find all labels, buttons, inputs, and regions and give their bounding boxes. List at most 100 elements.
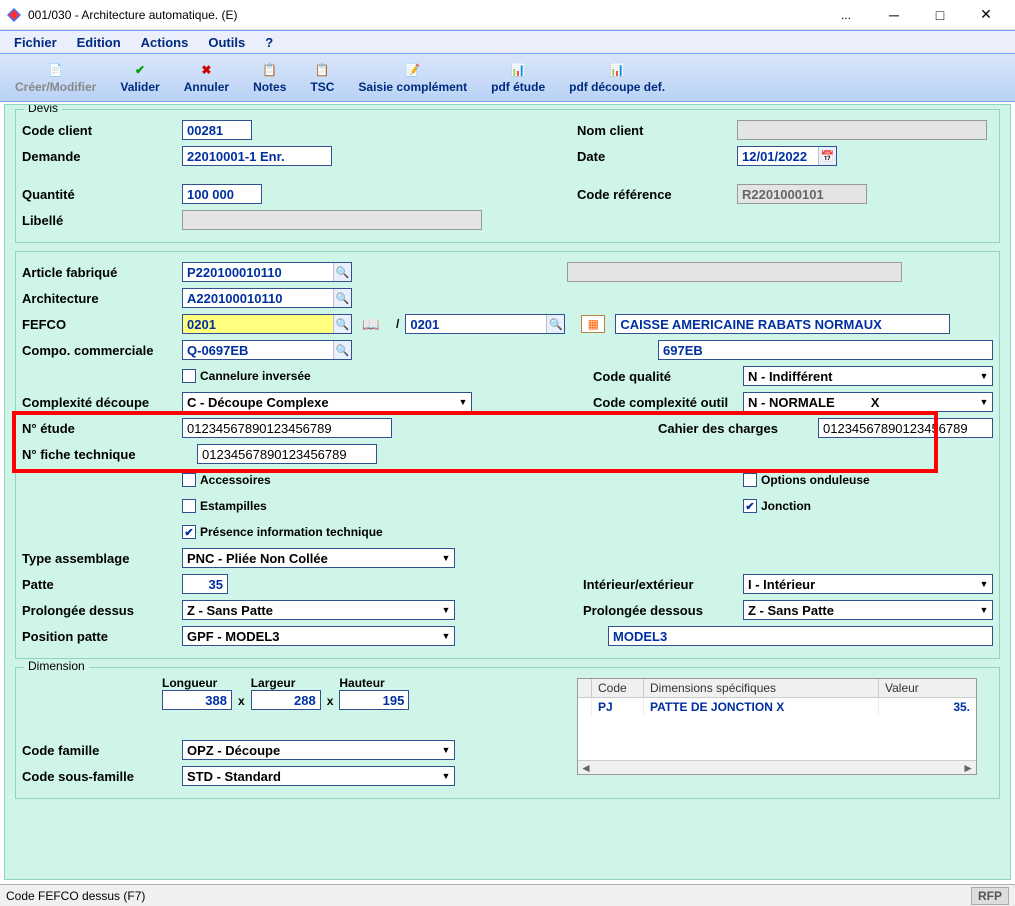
menu-help[interactable]: ? [255, 33, 283, 52]
lookup-icon[interactable]: 🔍 [333, 263, 351, 281]
select-interieur-exterieur[interactable] [743, 574, 993, 594]
titlebar: 001/030 - Architecture automatique. (E) … [0, 0, 1015, 30]
checkbox-label: Options onduleuse [761, 473, 870, 487]
checkbox-jonction[interactable]: ✔ Jonction [743, 499, 993, 513]
select-type-assemblage[interactable] [182, 548, 455, 568]
input-largeur[interactable] [251, 690, 321, 710]
th-code: Code [592, 679, 644, 697]
input-article-fabrique[interactable] [182, 262, 352, 282]
toolbar-pdf-decoupe[interactable]: 📊 pdf découpe def. [558, 56, 676, 100]
input-cahier-charges[interactable] [818, 418, 993, 438]
checkbox-estampilles[interactable]: Estampilles [182, 499, 267, 513]
input-compo-commerciale[interactable] [182, 340, 352, 360]
checkbox-label: Estampilles [200, 499, 267, 513]
label-cahier-charges: Cahier des charges [658, 421, 818, 436]
toolbar-label: pdf étude [491, 80, 545, 94]
td-valeur: 35. [879, 698, 976, 716]
select-code-qualite[interactable] [743, 366, 993, 386]
lookup-icon[interactable]: 🔍 [333, 289, 351, 307]
toolbar-tsc[interactable]: 📋 TSC [299, 56, 345, 100]
th-dimensions: Dimensions spécifiques [644, 679, 879, 697]
toolbar-pdf-etude[interactable]: 📊 pdf étude [480, 56, 556, 100]
menu-actions[interactable]: Actions [131, 33, 199, 52]
toolbar-annuler[interactable]: ✖ Annuler [173, 56, 240, 100]
input-code-reference [737, 184, 867, 204]
label-prolongee-dessus: Prolongée dessus [22, 603, 182, 618]
checkbox-cannelure-inversee[interactable]: Cannelure inversée [182, 369, 311, 383]
input-compo-desc [658, 340, 993, 360]
select-position-patte[interactable] [182, 626, 455, 646]
lookup-icon[interactable]: 🔍 [333, 315, 351, 333]
label-prolongee-dessous: Prolongée dessous [583, 603, 743, 618]
menu-outils[interactable]: Outils [198, 33, 255, 52]
checkbox-options-onduleuse[interactable]: Options onduleuse [743, 473, 993, 487]
input-patte[interactable] [182, 574, 228, 594]
lookup-icon[interactable]: 🔍 [546, 315, 564, 333]
label-date: Date [577, 149, 737, 164]
scroll-left-icon[interactable]: ◄ [580, 761, 592, 775]
input-quantite[interactable] [182, 184, 262, 204]
input-n-etude[interactable] [182, 418, 392, 438]
tsc-icon: 📋 [313, 61, 331, 79]
document-icon: 📄 [47, 61, 65, 79]
input-fefco2[interactable] [405, 314, 565, 334]
td-dimensions: PATTE DE JONCTION X [644, 698, 879, 716]
select-code-famille[interactable] [182, 740, 455, 760]
toolbar-label: Annuler [184, 80, 229, 94]
toolbar-creer-modifier[interactable]: 📄 Créer/Modifier [4, 56, 107, 100]
checkbox-accessoires[interactable]: Accessoires [182, 473, 271, 487]
input-n-fiche-technique[interactable] [197, 444, 377, 464]
minimize-button[interactable]: ─ [871, 0, 917, 30]
input-fefco1[interactable] [182, 314, 352, 334]
input-demande[interactable] [182, 146, 332, 166]
select-prolongee-dessus[interactable] [182, 600, 455, 620]
close-button[interactable]: ✕ [963, 0, 1009, 30]
legend-devis: Devis [24, 104, 62, 115]
input-longueur[interactable] [162, 690, 232, 710]
menu-fichier[interactable]: Fichier [4, 33, 67, 52]
select-code-complexite-outil[interactable] [743, 392, 993, 412]
pdf-icon: 📊 [608, 61, 626, 79]
form-icon: 📝 [404, 61, 422, 79]
input-architecture[interactable] [182, 288, 352, 308]
checkbox-icon [182, 499, 196, 513]
select-prolongee-dessous[interactable] [743, 600, 993, 620]
toolbar: 📄 Créer/Modifier ✔ Valider ✖ Annuler 📋 N… [0, 54, 1015, 102]
calendar-icon[interactable]: 📅 [818, 147, 836, 165]
checkbox-label: Présence information technique [200, 525, 383, 539]
fieldset-devis: Devis Code client Demande Quantité Libel… [15, 109, 1000, 243]
lookup-icon[interactable]: 🔍 [333, 341, 351, 359]
table-row[interactable]: PJ PATTE DE JONCTION X 35. [578, 698, 976, 716]
input-date[interactable] [738, 146, 818, 166]
toolbar-label: pdf découpe def. [569, 80, 665, 94]
grid-icon[interactable]: ▦ [581, 315, 605, 333]
multiply-label: x [327, 694, 334, 710]
label-code-reference: Code référence [577, 187, 737, 202]
titlebar-ellipsis: ... [841, 8, 851, 22]
toolbar-saisie-complement[interactable]: 📝 Saisie complément [347, 56, 478, 100]
select-complexite-decoupe[interactable] [182, 392, 472, 412]
label-quantite: Quantité [22, 187, 182, 202]
label-code-sous-famille: Code sous-famille [22, 769, 182, 784]
select-code-sous-famille[interactable] [182, 766, 455, 786]
statusbar: Code FEFCO dessus (F7) RFP [0, 884, 1015, 906]
checkbox-icon: ✔ [743, 499, 757, 513]
menu-edition[interactable]: Edition [67, 33, 131, 52]
toolbar-notes[interactable]: 📋 Notes [242, 56, 297, 100]
label-complexite-decoupe: Complexité découpe [22, 395, 182, 410]
scroll-right-icon[interactable]: ► [962, 761, 974, 775]
input-nom-client [737, 120, 987, 140]
statusbar-text: Code FEFCO dessus (F7) [6, 889, 145, 903]
book-icon[interactable]: 📖 [358, 314, 384, 334]
checkbox-presence-info-technique[interactable]: ✔ Présence information technique [182, 525, 383, 539]
window-title: 001/030 - Architecture automatique. (E) [28, 8, 841, 22]
input-code-client[interactable] [182, 120, 252, 140]
table-scrollbar[interactable]: ◄► [578, 760, 976, 774]
label-code-famille: Code famille [22, 743, 182, 758]
label-hauteur: Hauteur [339, 676, 384, 690]
label-n-fiche-technique: N° fiche technique [22, 447, 197, 462]
input-hauteur[interactable] [339, 690, 409, 710]
label-patte: Patte [22, 577, 182, 592]
maximize-button[interactable]: □ [917, 0, 963, 30]
toolbar-valider[interactable]: ✔ Valider [109, 56, 170, 100]
